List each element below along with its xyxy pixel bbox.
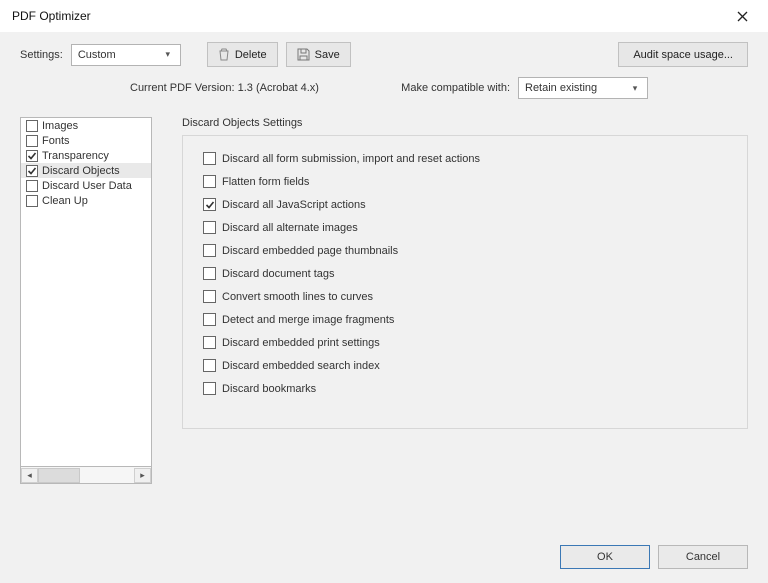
sidebar-list[interactable]: Images Fonts Transparency Discard Objects Di… [20,117,152,467]
dialog-window: PDF Optimizer Settings: Custom ▾ Delete [0,0,768,583]
info-row: Current PDF Version: 1.3 (Acrobat 4.x) M… [20,77,748,99]
footer: OK Cancel [560,545,748,569]
delete-button[interactable]: Delete [207,42,278,67]
cancel-button[interactable]: Cancel [658,545,748,569]
delete-button-label: Delete [235,49,267,61]
scrollbar-left-arrow-icon[interactable]: ◂ [21,468,38,483]
option-row[interactable]: Discard document tags [203,267,735,280]
audit-button-label: Audit space usage... [633,49,733,61]
option-label: Discard bookmarks [222,383,316,395]
option-label: Flatten form fields [222,176,309,188]
ok-button[interactable]: OK [560,545,650,569]
save-icon [297,48,310,61]
checkbox[interactable] [203,152,216,165]
scrollbar-track[interactable] [38,468,134,483]
option-label: Discard embedded page thumbnails [222,245,398,257]
save-button-label: Save [315,49,340,61]
cancel-button-label: Cancel [686,551,720,563]
toolbar: Settings: Custom ▾ Delete Save Audit sp [20,42,748,67]
checkbox[interactable] [26,165,38,177]
checkbox[interactable] [203,221,216,234]
checkbox[interactable] [203,382,216,395]
option-label: Discard all alternate images [222,222,358,234]
option-row[interactable]: Flatten form fields [203,175,735,188]
sidebar-item[interactable]: Transparency [21,148,151,163]
option-row[interactable]: Convert smooth lines to curves [203,290,735,303]
scrollbar-thumb[interactable] [38,468,80,483]
option-label: Discard embedded search index [222,360,380,372]
option-row[interactable]: Discard all form submission, import and … [203,152,735,165]
current-pdf-version: Current PDF Version: 1.3 (Acrobat 4.x) [130,82,319,94]
checkbox[interactable] [203,313,216,326]
option-label: Detect and merge image fragments [222,314,394,326]
option-row[interactable]: Discard all JavaScript actions [203,198,735,211]
settings-panel: Discard Objects Settings Discard all for… [182,117,748,429]
client-area: Settings: Custom ▾ Delete Save Audit sp [0,32,768,583]
sidebar-item-label: Fonts [42,135,70,147]
sidebar-hscrollbar[interactable]: ◂ ▸ [20,467,152,484]
compatibility-dropdown-value: Retain existing [525,82,597,94]
chevron-down-icon: ▾ [160,49,176,60]
sidebar-item[interactable]: Discard User Data [21,178,151,193]
trash-icon [218,48,230,61]
option-row[interactable]: Discard all alternate images [203,221,735,234]
chevron-down-icon: ▾ [627,83,643,94]
option-row[interactable]: Discard embedded print settings [203,336,735,349]
sidebar-item-label: Transparency [42,150,109,162]
options-fieldset: Discard all form submission, import and … [182,135,748,429]
option-label: Discard all JavaScript actions [222,199,366,211]
checkbox[interactable] [26,195,38,207]
option-label: Discard embedded print settings [222,337,380,349]
settings-dropdown[interactable]: Custom ▾ [71,44,181,66]
checkbox[interactable] [203,359,216,372]
ok-button-label: OK [597,551,613,563]
checkbox[interactable] [203,336,216,349]
save-button[interactable]: Save [286,42,351,67]
option-label: Discard all form submission, import and … [222,153,480,165]
checkbox[interactable] [203,290,216,303]
audit-space-usage-button[interactable]: Audit space usage... [618,42,748,67]
titlebar: PDF Optimizer [0,0,768,32]
option-row[interactable]: Detect and merge image fragments [203,313,735,326]
sidebar-item-label: Discard Objects [42,165,120,177]
sidebar-item[interactable]: Clean Up [21,193,151,208]
make-compatible-label: Make compatible with: [401,82,510,94]
option-row[interactable]: Discard embedded search index [203,359,735,372]
checkbox[interactable] [203,175,216,188]
sidebar-item-label: Clean Up [42,195,88,207]
checkbox[interactable] [203,244,216,257]
sidebar-item[interactable]: Discard Objects [21,163,151,178]
option-label: Discard document tags [222,268,335,280]
window-title: PDF Optimizer [12,9,91,23]
sidebar-item[interactable]: Fonts [21,133,151,148]
option-label: Convert smooth lines to curves [222,291,373,303]
sidebar-item-label: Discard User Data [42,180,132,192]
compatibility-dropdown[interactable]: Retain existing ▾ [518,77,648,99]
settings-dropdown-value: Custom [78,49,116,61]
close-icon[interactable] [726,2,758,30]
sidebar-panel: Images Fonts Transparency Discard Objects Di… [20,117,152,484]
checkbox[interactable] [26,150,38,162]
sidebar-item[interactable]: Images [21,118,151,133]
sidebar-item-label: Images [42,120,78,132]
checkbox[interactable] [203,198,216,211]
option-row[interactable]: Discard embedded page thumbnails [203,244,735,257]
scrollbar-right-arrow-icon[interactable]: ▸ [134,468,151,483]
checkbox[interactable] [203,267,216,280]
checkbox[interactable] [26,120,38,132]
settings-label: Settings: [20,49,63,61]
checkbox[interactable] [26,135,38,147]
checkbox[interactable] [26,180,38,192]
option-row[interactable]: Discard bookmarks [203,382,735,395]
panel-title: Discard Objects Settings [182,117,748,129]
main-row: Images Fonts Transparency Discard Objects Di… [20,117,748,484]
